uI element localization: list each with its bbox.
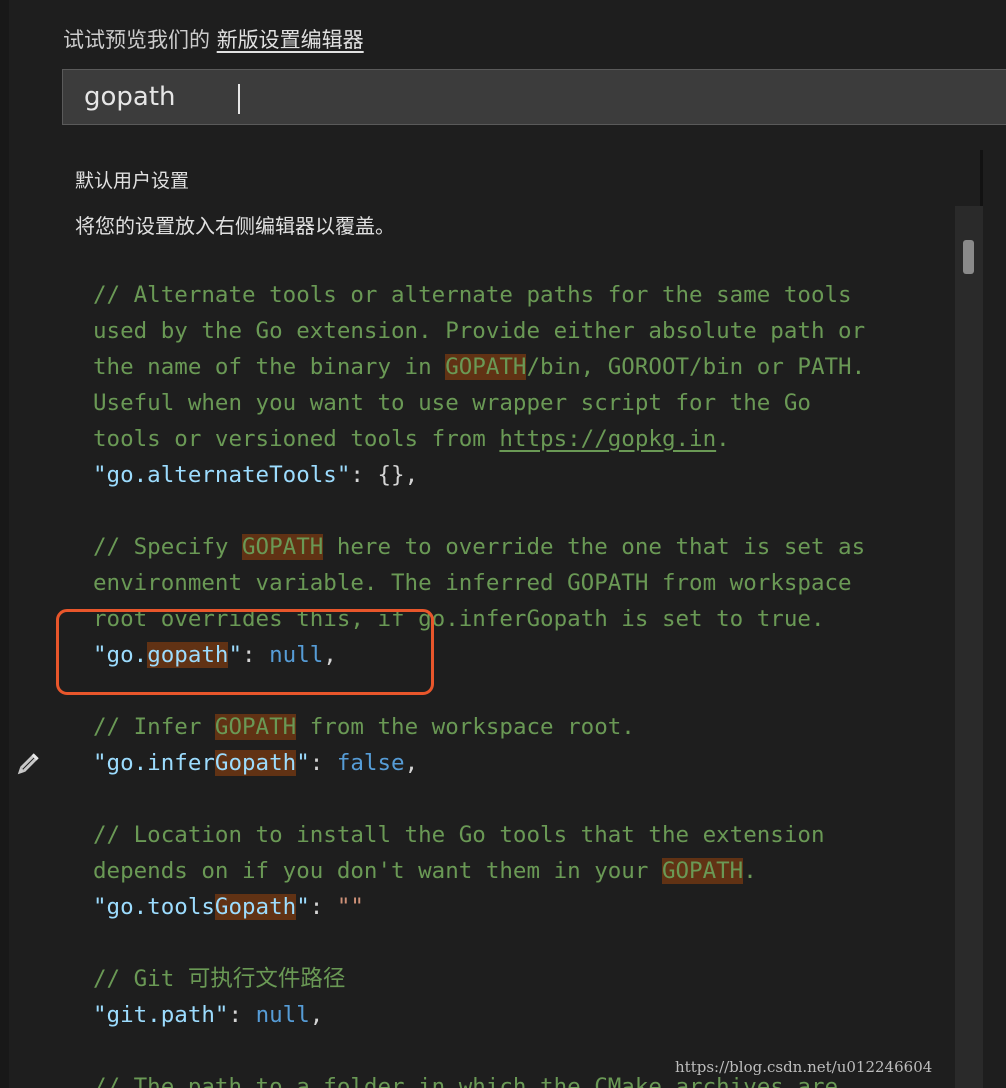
vertical-scrollbar[interactable] (955, 206, 983, 1088)
code-line: Useful when you want to use wrapper scri… (93, 385, 865, 421)
preview-banner: 试试预览我们的 新版设置编辑器 (63, 24, 364, 54)
code-token: // Alternate tools or alternate paths fo… (93, 282, 852, 308)
code-token: . (743, 858, 757, 884)
code-token: : (228, 1002, 256, 1028)
pencil-icon[interactable] (12, 750, 42, 780)
code-line: "go.alternateTools": {}, (93, 457, 865, 493)
code-token: GOPATH (661, 858, 744, 884)
code-line: // Alternate tools or alternate paths fo… (93, 277, 865, 313)
code-token: "go.tools (93, 894, 215, 920)
activity-strip (0, 0, 9, 1088)
code-token: "go.infer (93, 750, 215, 776)
code-token: : (309, 894, 337, 920)
code-token: /bin, GOROOT/bin or PATH. (526, 354, 866, 380)
code-token: , (309, 1002, 324, 1028)
code-token: // The path to a folder in which the CMa… (93, 1074, 839, 1088)
code-token: Gopath (214, 750, 297, 776)
code-token: https://gopkg.in (499, 426, 717, 452)
code-line: tools or versioned tools from https://go… (93, 421, 865, 457)
default-settings-hint: 将您的设置放入右侧编辑器以覆盖。 (75, 214, 395, 238)
code-token: from the workspace root. (296, 714, 635, 740)
watermark-text: https://blog.csdn.net/u012246604 (675, 1058, 933, 1076)
code-token: Useful when you want to use wrapper scri… (93, 390, 811, 416)
code-token: "git.path" (93, 1002, 229, 1028)
new-settings-editor-link[interactable]: 新版设置编辑器 (217, 28, 364, 52)
code-token: , (404, 750, 419, 776)
code-token: : (309, 750, 337, 776)
code-token: " (296, 894, 310, 920)
code-line: depends on if you don't want them in you… (93, 853, 865, 889)
settings-search-input[interactable] (63, 70, 1006, 124)
code-line: // Location to install the Go tools that… (93, 817, 865, 853)
code-token: "go.alternateTools" (93, 462, 351, 488)
code-token: used by the Go extension. Provide either… (93, 318, 866, 344)
code-token: // Infer (93, 714, 215, 740)
scrollbar-thumb[interactable] (963, 240, 974, 274)
text-caret (238, 84, 240, 114)
code-line: "git.path": null, (93, 997, 865, 1033)
code-line: // Specify GOPATH here to override the o… (93, 529, 865, 565)
panel-divider (980, 150, 983, 210)
code-token: depends on if you don't want them in you… (93, 858, 662, 884)
settings-search-box[interactable] (62, 69, 1006, 125)
code-token: Gopath (214, 894, 297, 920)
code-token: GOPATH (214, 714, 297, 740)
code-token: // Specify (93, 534, 243, 560)
highlight-annotation-box (56, 609, 434, 695)
code-token: here to override the one that is set as (323, 534, 866, 560)
code-token: // Git 可执行文件路径 (93, 966, 346, 992)
code-line: // Git 可执行文件路径 (93, 961, 865, 997)
code-token: environment variable. The inferred GOPAT… (93, 570, 852, 596)
code-line: used by the Go extension. Provide either… (93, 313, 865, 349)
default-settings-title: 默认用户设置 (75, 170, 190, 192)
code-token: null (255, 1002, 310, 1028)
code-token: // Location to install the Go tools that… (93, 822, 825, 848)
code-token: . (716, 426, 730, 452)
code-token: : {}, (350, 462, 419, 488)
code-line: "go.inferGopath": false, (93, 745, 865, 781)
code-line: the name of the binary in GOPATH/bin, GO… (93, 349, 865, 385)
code-token: GOPATH (445, 354, 527, 380)
code-token: GOPATH (242, 534, 324, 560)
code-token: "" (336, 894, 364, 920)
preview-banner-text: 试试预览我们的 (63, 28, 217, 52)
code-line: "go.toolsGopath": "" (93, 889, 865, 925)
code-token: tools or versioned tools from (93, 426, 500, 452)
code-token: the name of the binary in (93, 354, 446, 380)
code-line: // Infer GOPATH from the workspace root. (93, 709, 865, 745)
code-token: false (336, 750, 405, 776)
code-line: environment variable. The inferred GOPAT… (93, 565, 865, 601)
code-token: " (296, 750, 310, 776)
